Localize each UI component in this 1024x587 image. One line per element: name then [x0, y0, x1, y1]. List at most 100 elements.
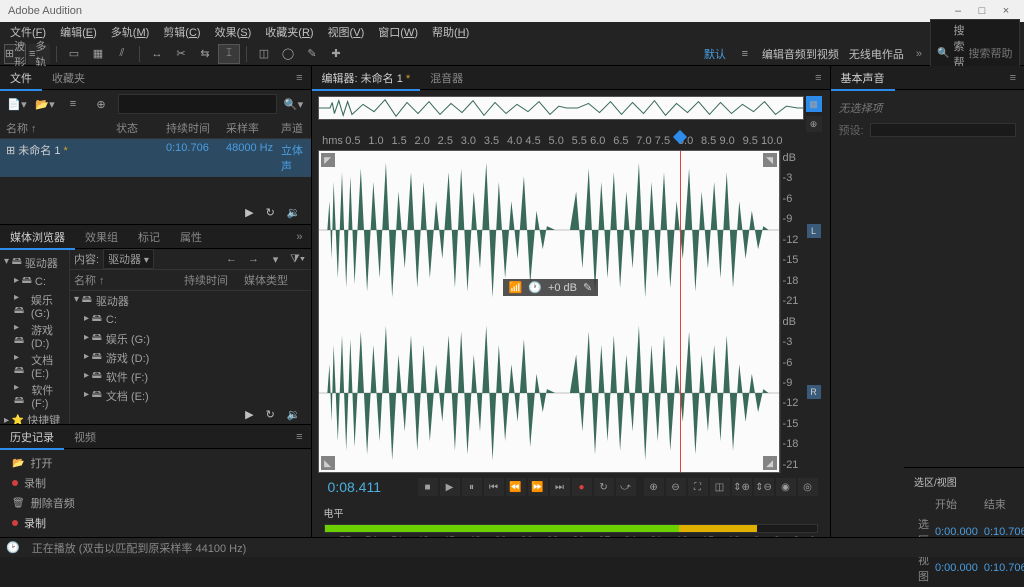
list-node[interactable]: ▸ 🖴 游戏 (D:) — [70, 348, 311, 367]
zoom-in-h-icon[interactable]: ⊕ — [644, 478, 664, 496]
history-item[interactable]: 🗑 删除音频 — [8, 493, 303, 513]
loop-icon[interactable]: ↻ — [266, 408, 275, 421]
tool-razor-icon[interactable]: ✂ — [170, 44, 192, 64]
zoom-sel-icon[interactable]: ◫ — [710, 478, 730, 496]
menu-favorites[interactable]: 收藏夹(R) — [259, 22, 319, 42]
level-meter[interactable] — [324, 524, 818, 533]
goto-end-button[interactable]: ⏭ — [550, 478, 570, 496]
col-channels[interactable]: 声道 — [281, 120, 305, 136]
expand-bl-icon[interactable]: ◣ — [321, 456, 335, 470]
tree-node[interactable]: ▸ 🖴 软件 (F:) — [4, 381, 65, 411]
mcol-type[interactable]: 媒体类型 — [244, 272, 307, 288]
tool-lasso-icon[interactable]: ◯ — [277, 44, 299, 64]
list-node[interactable]: ▸ 🖴 文档 (E:) — [70, 386, 311, 405]
autoplay-icon[interactable]: 🔉 — [287, 206, 301, 219]
zoom-in-point-icon[interactable]: ◉ — [776, 478, 796, 496]
pause-button[interactable]: ⏸ — [462, 478, 482, 496]
list-node[interactable]: ▾ 🖴 驱动器 — [70, 291, 311, 310]
loop-icon[interactable]: ↻ — [266, 206, 275, 219]
waveform-display[interactable]: 📶 🕐 +0 dB ✎ ◤ ◥ ◣ ◢ — [318, 150, 780, 473]
insert-icon[interactable]: ⊕ — [90, 94, 112, 114]
minimize-button[interactable]: – — [948, 5, 968, 17]
zoom-out-h-icon[interactable]: ⊖ — [666, 478, 686, 496]
tab-essential-sound[interactable]: 基本声音 — [831, 66, 895, 90]
tree-node[interactable]: ▸ 🖴 C: — [4, 272, 65, 291]
panel-menu-icon[interactable]: ≡ — [288, 72, 310, 84]
tool-pitch-icon[interactable]: ⫽ — [111, 44, 133, 64]
tree-node-shortcuts[interactable]: ▸ ⭐ 快捷键 — [4, 411, 65, 424]
filter-type-icon[interactable]: ▾ — [267, 250, 285, 268]
tab-files[interactable]: 文件 — [0, 66, 42, 90]
funnel-icon[interactable]: ⧩▾ — [289, 250, 307, 268]
play-icon[interactable]: ▶ — [245, 206, 253, 219]
tool-slip-icon[interactable]: ⇆ — [194, 44, 216, 64]
play-button[interactable]: ▶ — [440, 478, 460, 496]
tree-node[interactable]: ▾ 🖴 驱动器 — [4, 253, 65, 272]
panel-menu-icon[interactable]: ≡ — [288, 431, 310, 443]
menu-view[interactable]: 视图(V) — [322, 22, 371, 42]
list-node[interactable]: ▸ 🖴 娱乐 (G:) — [70, 329, 311, 348]
ws-overflow-icon[interactable]: » — [910, 48, 928, 60]
zoom-in-v-icon[interactable]: ⇕⊕ — [732, 478, 752, 496]
expand-br-icon[interactable]: ◢ — [763, 456, 777, 470]
open-file-icon[interactable]: 📂▾ — [34, 94, 56, 114]
stop-button[interactable]: ■ — [418, 478, 438, 496]
menu-clip[interactable]: 剪辑(C) — [157, 22, 206, 42]
waveform-hud[interactable]: 📶 🕐 +0 dB ✎ — [503, 279, 599, 296]
mcol-duration[interactable]: 持续时间 — [184, 272, 244, 288]
channel-l-button[interactable]: L — [807, 224, 821, 238]
fwd-icon[interactable]: → — [245, 250, 263, 268]
zoom-full-icon[interactable]: ⛶ — [688, 478, 708, 496]
tab-editor[interactable]: 编辑器: 未命名 1 * — [312, 66, 421, 90]
menu-window[interactable]: 窗口(W) — [372, 22, 424, 42]
view-waveform-button[interactable]: ⊞ 波形 — [4, 44, 26, 64]
new-file-icon[interactable]: 📄▾ — [6, 94, 28, 114]
col-duration[interactable]: 持续时间 — [166, 120, 226, 136]
list-node[interactable]: ▸ 🖴 软件 (F:) — [70, 367, 311, 386]
menu-multitrack[interactable]: 多轨(M) — [105, 22, 156, 42]
autoplay-icon[interactable]: 🔉 — [287, 408, 301, 421]
zoom-icon[interactable]: ⊕ — [806, 116, 822, 132]
panel-menu-icon[interactable]: » — [288, 231, 310, 243]
channel-r-button[interactable]: R — [807, 385, 821, 399]
menu-edit[interactable]: 编辑(E) — [54, 22, 103, 42]
play-icon[interactable]: ▶ — [245, 408, 253, 421]
tab-media-browser[interactable]: 媒体浏览器 — [0, 225, 75, 249]
tab-history[interactable]: 历史记录 — [0, 425, 64, 449]
menu-help[interactable]: 帮助(H) — [426, 22, 475, 42]
ws-edit-video[interactable]: 编辑音频到视频 — [758, 44, 843, 64]
panel-menu-icon[interactable]: ≡ — [807, 72, 829, 84]
ws-default-menu-icon[interactable]: ≡ — [734, 44, 756, 64]
close-button[interactable]: × — [996, 5, 1016, 17]
zoom-out-point-icon[interactable]: ◎ — [798, 478, 818, 496]
back-icon[interactable]: ← — [223, 250, 241, 268]
tab-properties[interactable]: 属性 — [170, 225, 212, 249]
tab-markers[interactable]: 标记 — [128, 225, 170, 249]
snap-icon[interactable]: ▦ — [806, 96, 822, 112]
tool-brush-icon[interactable]: ✎ — [301, 44, 323, 64]
tab-mixer[interactable]: 混音器 — [420, 66, 473, 90]
panel-menu-icon[interactable]: ≡ — [1002, 72, 1024, 84]
filter-icon[interactable]: 🔍▾ — [283, 94, 305, 114]
hud-vol-icon[interactable]: 📶 — [509, 281, 523, 294]
expand-tr-icon[interactable]: ◥ — [763, 153, 777, 167]
status-icon[interactable]: 🕑 — [6, 541, 20, 554]
maximize-button[interactable]: □ — [972, 5, 992, 17]
tool-splice-icon[interactable]: ▭ — [63, 44, 85, 64]
expand-top-icon[interactable]: ◤ — [321, 153, 335, 167]
skip-selection-button[interactable]: ⤻ — [616, 478, 636, 496]
tree-node[interactable]: ▸ 🖴 游戏 (D:) — [4, 321, 65, 351]
tree-node[interactable]: ▸ 🖴 文档 (E:) — [4, 351, 65, 381]
tree-node[interactable]: ▸ 🖴 娱乐 (G:) — [4, 291, 65, 321]
col-name[interactable]: 名称 ↑ — [6, 120, 116, 136]
col-status[interactable]: 状态 — [116, 120, 166, 136]
tool-healing-icon[interactable]: ✚ — [325, 44, 347, 64]
hud-gain[interactable]: +0 dB — [548, 282, 577, 294]
tool-marquee-icon[interactable]: ◫ — [253, 44, 275, 64]
hud-pencil-icon[interactable]: ✎ — [583, 281, 592, 294]
loop-button[interactable]: ↻ — [594, 478, 614, 496]
zoom-out-v-icon[interactable]: ⇕⊖ — [754, 478, 774, 496]
tool-spectral-icon[interactable]: ▦ — [87, 44, 109, 64]
contents-select[interactable]: 驱动器 ▾ — [103, 249, 154, 269]
timecode-display[interactable]: 0:08.411 — [324, 479, 414, 495]
